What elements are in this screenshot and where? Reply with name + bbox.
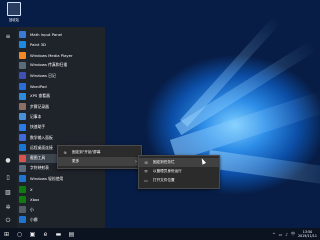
app-label: Windows 轻松使用	[30, 175, 64, 181]
app-icon	[19, 195, 26, 203]
app-list-item[interactable]: Windows Media Player	[19, 51, 99, 60]
app-label: 步骤记录器	[30, 103, 49, 109]
tray-overflow-icon[interactable]: ^	[272, 232, 275, 237]
context-menu: ⊕ 固定到"开始"屏幕 更多 ›	[57, 145, 142, 169]
recycle-bin-label: 回收站	[9, 18, 19, 22]
app-label: 记事本	[30, 113, 42, 119]
app-icon	[19, 144, 26, 152]
app-icon	[19, 61, 26, 69]
clock-date: 2019/11/11	[297, 234, 317, 238]
taskbar: ⊞ ○ ▣ e ▬ ▤ ^ ▭ ♪ 中 13:50 2019/11/11	[0, 228, 320, 240]
app-icon	[19, 154, 26, 162]
pictures-icon[interactable]: ▧	[2, 187, 14, 197]
app-icon	[19, 113, 26, 121]
pin-to-taskbar-item[interactable]: ⊞ 固定到任务栏	[139, 158, 219, 167]
recycle-bin-icon	[7, 2, 21, 16]
store-icon[interactable]: ▤	[65, 228, 78, 240]
edge-icon[interactable]: e	[39, 228, 52, 240]
start-menu-rail: ≡ ● ▯ ▧ ✲ ⏻	[0, 27, 17, 228]
more-item[interactable]: 更多 ›	[58, 157, 141, 166]
app-icon	[19, 134, 26, 141]
app-label: Windows Media Player	[30, 52, 73, 58]
app-label: 截图工具	[30, 155, 46, 161]
start-menu-app-list: Math Input Panel Paint 3D Windows Media Pl…	[17, 27, 100, 228]
app-label: 字符映射表	[30, 165, 49, 171]
app-list-item[interactable]: 小	[19, 205, 99, 214]
app-list-item[interactable]: 小娜	[19, 215, 99, 224]
document-icon[interactable]: ▯	[2, 172, 14, 182]
taskbar-apps: ○ ▣ e ▬ ▤	[13, 228, 78, 240]
chevron-right-icon: ›	[135, 158, 137, 165]
app-icon	[19, 123, 26, 131]
app-label: Paint 3D	[30, 42, 46, 48]
app-list-item[interactable]: 步骤记录器	[19, 102, 99, 111]
app-icon	[19, 164, 26, 172]
power-icon[interactable]: ⏻	[2, 216, 14, 226]
more-label: 更多	[72, 159, 80, 163]
app-icon	[19, 103, 26, 111]
app-icon	[19, 92, 26, 100]
volume-icon[interactable]: ♪	[285, 232, 288, 237]
app-list-item[interactable]: Math Input Panel	[19, 30, 99, 39]
network-icon[interactable]: ▭	[279, 232, 283, 237]
app-label: Math Input Panel	[30, 32, 62, 37]
app-list-item[interactable]: X	[19, 185, 99, 194]
folder-icon: ▭	[144, 178, 148, 183]
app-icon	[19, 41, 26, 49]
app-icon	[19, 31, 26, 38]
app-label: Windows 传真和扫描	[30, 62, 68, 68]
pin-to-start-label: 固定到"开始"屏幕	[72, 150, 101, 154]
app-list-item[interactable]: 快速助手	[19, 123, 99, 132]
app-icon	[19, 175, 26, 183]
shield-icon: ⛨	[144, 169, 148, 174]
app-label: 快速助手	[30, 124, 46, 130]
app-list-item[interactable]: Windows 日记	[19, 71, 99, 80]
app-list-item[interactable]: Paint 3D	[19, 40, 99, 49]
app-label: Xbox	[30, 196, 40, 202]
pin-to-start-item[interactable]: ⊕ 固定到"开始"屏幕	[58, 148, 141, 157]
app-label: 小娜	[30, 216, 38, 222]
app-list-item[interactable]: 数学输入面板	[19, 133, 99, 142]
app-label: X	[30, 186, 33, 192]
app-list-item[interactable]: Windows 传真和扫描	[19, 61, 99, 70]
app-label: WordPad	[30, 83, 47, 89]
more-submenu: ⊞ 固定到任务栏 ⛨ 以管理员身份运行 ▭ 打开文件位置	[138, 155, 220, 189]
app-label: 数学输入面板	[30, 134, 53, 140]
search-icon[interactable]: ○	[13, 228, 26, 240]
recycle-bin-shortcut[interactable]: 回收站	[3, 2, 25, 22]
app-label: 远程桌面连接	[30, 144, 53, 150]
open-file-location-label: 打开文件位置	[153, 178, 175, 182]
pin-to-taskbar-label: 固定到任务栏	[153, 160, 175, 164]
app-list-item[interactable]: Xbox	[19, 195, 99, 204]
app-icon	[19, 206, 26, 214]
app-icon	[19, 185, 26, 193]
taskbar-pin-icon: ⊞	[144, 160, 148, 165]
app-icon	[19, 216, 26, 224]
light-beam	[207, 150, 320, 188]
app-list-item[interactable]: 记事本	[19, 112, 99, 121]
app-list-item[interactable]: XPS 查看器	[19, 92, 99, 101]
app-icon	[19, 82, 26, 90]
run-as-admin-label: 以管理员身份运行	[153, 169, 182, 173]
hamburger-icon[interactable]: ≡	[2, 31, 14, 41]
app-label: 小	[30, 206, 34, 212]
user-icon[interactable]: ●	[2, 155, 14, 165]
explorer-icon[interactable]: ▬	[52, 228, 65, 240]
app-label: Windows 日记	[30, 72, 56, 78]
run-as-admin-item[interactable]: ⛨ 以管理员身份运行	[139, 167, 219, 176]
app-icon	[19, 51, 26, 59]
clock[interactable]: 13:50 2019/11/11	[298, 230, 317, 238]
app-list-item[interactable]: Windows 轻松使用	[19, 174, 99, 183]
settings-icon[interactable]: ✲	[2, 202, 14, 212]
open-file-location-item[interactable]: ▭ 打开文件位置	[139, 176, 219, 185]
input-method-icon[interactable]: 中	[291, 231, 295, 237]
task-view-icon[interactable]: ▣	[26, 228, 39, 240]
pin-icon: ⊕	[63, 150, 67, 155]
start-button[interactable]: ⊞	[0, 228, 13, 240]
app-icon	[19, 72, 26, 80]
app-list-item[interactable]: WordPad	[19, 82, 99, 91]
app-label: XPS 查看器	[30, 93, 50, 99]
start-menu-tiles-edge	[100, 27, 105, 228]
system-tray: ^ ▭ ♪ 中 13:50 2019/11/11	[269, 228, 317, 240]
